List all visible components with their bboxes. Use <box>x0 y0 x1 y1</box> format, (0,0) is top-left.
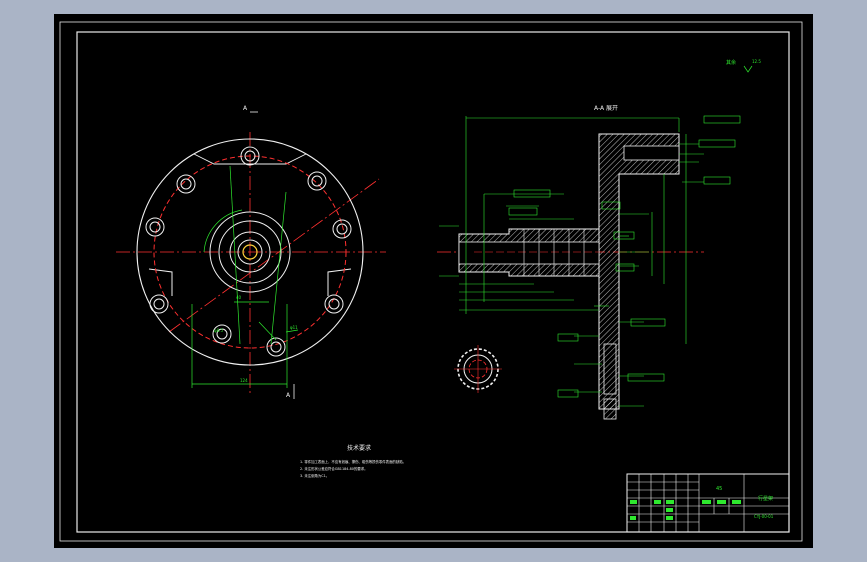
tech-req-item: 3. 未注倒角为C1。 <box>300 473 329 478</box>
technical-requirements: 技术要求 1. 零件加工表面上，不应有划痕、擦伤、碰伤等损伤零件表面的缺陷。 2… <box>300 444 406 478</box>
svg-text:φ8.5: φ8.5 <box>214 328 223 333</box>
drawing-canvas[interactable]: A A φ8.5 φ11 40 124 A-A 展开 其余 12.5 技术要求 … <box>54 14 813 548</box>
gear-icon <box>454 345 502 393</box>
roughness-note: 其余 <box>726 59 736 66</box>
front-view: A A φ8.5 φ11 40 124 <box>116 105 386 399</box>
title-block-material: 45 <box>716 486 722 492</box>
svg-text:40: 40 <box>236 295 242 300</box>
section-view: A-A 展开 其余 12.5 <box>437 59 761 420</box>
roughness-value: 12.5 <box>752 59 761 64</box>
section-label-bottom: A <box>286 392 291 399</box>
tech-req-item: 2. 未注形状公差应符合GB1184-80的要求。 <box>300 466 368 471</box>
section-label-right: A-A 展开 <box>594 105 618 112</box>
tech-req-item: 1. 零件加工表面上，不应有划痕、擦伤、碰伤等损伤零件表面的缺陷。 <box>300 459 406 464</box>
svg-text:φ11: φ11 <box>290 325 298 330</box>
tech-req-title: 技术要求 <box>347 444 371 452</box>
title-block-drawing-no: CYJ-00-01 <box>754 514 774 519</box>
outer-frame <box>59 21 803 542</box>
svg-text:124: 124 <box>240 378 248 383</box>
title-block: 45 行星架 CYJ-00-01 <box>626 473 790 533</box>
inner-frame <box>76 31 790 533</box>
cad-viewport[interactable]: A A φ8.5 φ11 40 124 A-A 展开 其余 12.5 技术要求 … <box>54 14 813 548</box>
section-label-top: A <box>243 105 248 112</box>
title-block-part-name: 行星架 <box>758 495 773 502</box>
